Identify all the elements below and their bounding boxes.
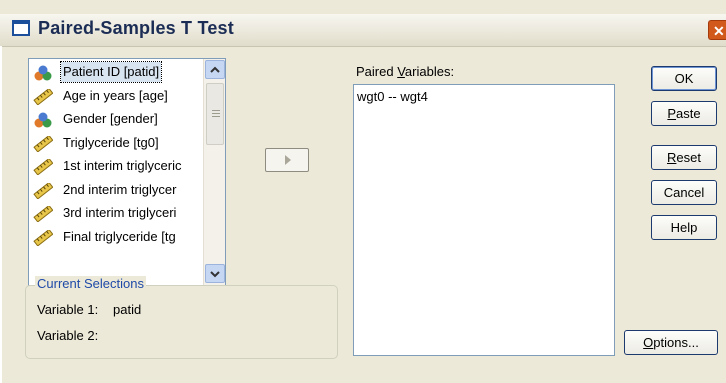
variable-list-item[interactable]: Triglyceride [tg0]: [31, 132, 203, 156]
cancel-button[interactable]: Cancel: [651, 180, 717, 205]
variable-2-label: Variable 2:: [37, 328, 99, 343]
variable-label: Patient ID [patid]: [59, 61, 163, 83]
scroll-thumb[interactable]: [206, 83, 224, 145]
variable-list-item[interactable]: Final triglyceride [tg: [31, 226, 203, 250]
variable-label: Final triglyceride [tg: [63, 228, 176, 244]
variable-list-item[interactable]: Patient ID [patid]: [31, 61, 203, 85]
window-border: [0, 46, 2, 383]
options-button[interactable]: Options...: [624, 330, 718, 355]
variable-list-item[interactable]: 2nd interim triglycer: [31, 179, 203, 203]
scroll-down-button[interactable]: [205, 264, 225, 283]
scale-variable-icon: [33, 134, 54, 153]
help-button[interactable]: Help: [651, 215, 717, 240]
variable-list-item[interactable]: 3rd interim triglyceri: [31, 202, 203, 226]
scale-variable-icon: [33, 87, 54, 106]
scale-variable-icon: [33, 204, 54, 223]
chevron-up-icon: [210, 66, 220, 73]
variable-2-row: Variable 2:: [37, 328, 98, 343]
scroll-up-button[interactable]: [205, 60, 225, 79]
variable-items: Patient ID [patid] Age in years [age] Gend…: [31, 61, 203, 249]
window-icon: [12, 20, 30, 36]
paired-variables-label: Paired Variables:: [356, 64, 455, 79]
chevron-down-icon: [210, 271, 220, 278]
window-title: Paired-Samples T Test: [38, 18, 234, 38]
variable-list-item[interactable]: Age in years [age]: [31, 85, 203, 109]
current-selections-group: Current Selections Variable 1: patid Var…: [25, 276, 338, 359]
variable-label: 2nd interim triglycer: [63, 181, 177, 197]
variable-label: 1st interim triglyceric: [63, 158, 182, 173]
reset-button[interactable]: Reset: [651, 145, 717, 170]
scale-variable-icon: [33, 181, 54, 200]
variable-list-item[interactable]: 1st interim triglyceric: [31, 155, 203, 179]
ok-button[interactable]: OK: [651, 66, 717, 91]
nominal-variable-icon: [33, 65, 53, 81]
dialog-window: Paired-Samples T Test ✕ Patient ID [pati…: [0, 0, 726, 383]
variable-label: Gender [gender]: [63, 111, 158, 126]
scale-variable-icon: [33, 157, 54, 176]
list-scrollbar[interactable]: [203, 59, 225, 285]
variable-1-label: Variable 1:: [37, 302, 99, 317]
paired-variables-list[interactable]: wgt0 -- wgt4: [353, 84, 615, 356]
variable-label: Triglyceride [tg0]: [63, 134, 159, 150]
nominal-variable-icon: [33, 112, 53, 128]
variable-label: Age in years [age]: [63, 87, 168, 103]
scale-variable-icon: [33, 228, 54, 247]
title-bar[interactable]: Paired-Samples T Test ✕: [0, 14, 726, 47]
variable-1-row: Variable 1: patid: [37, 302, 141, 317]
current-selections-legend: Current Selections: [35, 276, 146, 291]
move-variable-button[interactable]: [265, 148, 309, 172]
paste-button[interactable]: Paste: [651, 101, 717, 126]
close-button[interactable]: ✕: [708, 20, 726, 40]
source-variable-list[interactable]: Patient ID [patid] Age in years [age] Gend…: [28, 58, 226, 286]
variable-1-value: patid: [113, 302, 142, 317]
arrow-right-icon: [285, 155, 291, 165]
variable-list-item[interactable]: Gender [gender]: [31, 108, 203, 132]
paired-variable-item[interactable]: wgt0 -- wgt4: [357, 89, 428, 104]
variable-label: 3rd interim triglyceri: [63, 205, 177, 220]
